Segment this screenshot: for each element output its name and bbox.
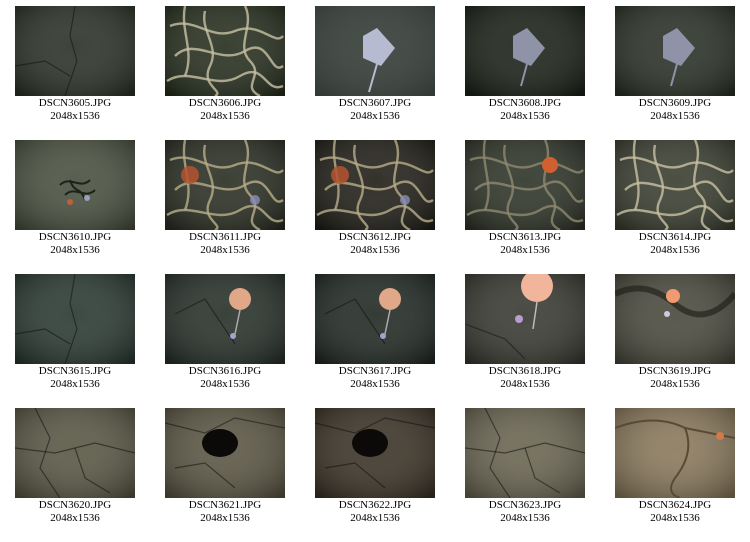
thumbnail-item[interactable]: DSCN3624.JPG 2048x1536 xyxy=(600,408,750,525)
thumbnail-filename[interactable]: DSCN3615.JPG xyxy=(0,365,150,378)
thumbnail-item[interactable]: DSCN3612.JPG 2048x1536 xyxy=(300,140,450,257)
thumbnail-filename[interactable]: DSCN3622.JPG xyxy=(300,499,450,512)
thumbnail-dimensions: 2048x1536 xyxy=(500,244,550,256)
thumbnail-dimensions: 2048x1536 xyxy=(200,512,250,524)
thumbnail-image[interactable] xyxy=(165,140,285,230)
thumbnail-filename[interactable]: DSCN3624.JPG xyxy=(600,499,750,512)
thumbnail-dimensions: 2048x1536 xyxy=(350,110,400,122)
thumbnail-item[interactable]: DSCN3614.JPG 2048x1536 xyxy=(600,140,750,257)
thumbnail-filename[interactable]: DSCN3616.JPG xyxy=(150,365,300,378)
thumbnail-dimensions: 2048x1536 xyxy=(350,378,400,390)
thumbnail-image[interactable] xyxy=(615,408,735,498)
thumbnail-image[interactable] xyxy=(165,408,285,498)
thumbnail-item[interactable]: DSCN3608.JPG 2048x1536 xyxy=(450,6,600,123)
thumbnail-item[interactable]: DSCN3623.JPG 2048x1536 xyxy=(450,408,600,525)
thumbnail-item[interactable]: DSCN3610.JPG 2048x1536 xyxy=(0,140,150,257)
thumbnail-item[interactable]: DSCN3622.JPG 2048x1536 xyxy=(300,408,450,525)
thumbnail-dimensions: 2048x1536 xyxy=(650,244,700,256)
thumbnail-item[interactable]: DSCN3619.JPG 2048x1536 xyxy=(600,274,750,391)
thumbnail-item[interactable]: DSCN3611.JPG 2048x1536 xyxy=(150,140,300,257)
thumbnail-filename[interactable]: DSCN3621.JPG xyxy=(150,499,300,512)
thumbnail-item[interactable]: DSCN3616.JPG 2048x1536 xyxy=(150,274,300,391)
thumbnail-filename[interactable]: DSCN3623.JPG xyxy=(450,499,600,512)
thumbnail-dimensions: 2048x1536 xyxy=(50,512,100,524)
thumbnail-image[interactable] xyxy=(615,6,735,96)
thumbnail-filename[interactable]: DSCN3614.JPG xyxy=(600,231,750,244)
thumbnail-dimensions: 2048x1536 xyxy=(350,244,400,256)
thumbnail-image[interactable] xyxy=(165,274,285,364)
thumbnail-dimensions: 2048x1536 xyxy=(350,512,400,524)
thumbnail-image[interactable] xyxy=(15,140,135,230)
thumbnail-image[interactable] xyxy=(315,6,435,96)
thumbnail-dimensions: 2048x1536 xyxy=(50,110,100,122)
thumbnail-item[interactable]: DSCN3605.JPG 2048x1536 xyxy=(0,6,150,123)
thumbnail-filename[interactable]: DSCN3618.JPG xyxy=(450,365,600,378)
thumbnail-image[interactable] xyxy=(615,274,735,364)
thumbnail-filename[interactable]: DSCN3613.JPG xyxy=(450,231,600,244)
thumbnail-item[interactable]: DSCN3607.JPG 2048x1536 xyxy=(300,6,450,123)
thumbnail-filename[interactable]: DSCN3606.JPG xyxy=(150,97,300,110)
thumbnail-image[interactable] xyxy=(315,274,435,364)
thumbnail-dimensions: 2048x1536 xyxy=(200,110,250,122)
thumbnail-image[interactable] xyxy=(315,408,435,498)
thumbnail-dimensions: 2048x1536 xyxy=(50,378,100,390)
thumbnail-image[interactable] xyxy=(465,6,585,96)
thumbnail-filename[interactable]: DSCN3610.JPG xyxy=(0,231,150,244)
thumbnail-image[interactable] xyxy=(15,6,135,96)
thumbnail-image[interactable] xyxy=(465,140,585,230)
thumbnail-dimensions: 2048x1536 xyxy=(650,378,700,390)
thumbnail-filename[interactable]: DSCN3617.JPG xyxy=(300,365,450,378)
thumbnail-filename[interactable]: DSCN3608.JPG xyxy=(450,97,600,110)
thumbnail-item[interactable]: DSCN3606.JPG 2048x1536 xyxy=(150,6,300,123)
thumbnail-filename[interactable]: DSCN3619.JPG xyxy=(600,365,750,378)
thumbnail-dimensions: 2048x1536 xyxy=(650,110,700,122)
thumbnail-item[interactable]: DSCN3618.JPG 2048x1536 xyxy=(450,274,600,391)
thumbnail-dimensions: 2048x1536 xyxy=(200,378,250,390)
thumbnail-filename[interactable]: DSCN3620.JPG xyxy=(0,499,150,512)
thumbnail-image[interactable] xyxy=(615,140,735,230)
thumbnail-dimensions: 2048x1536 xyxy=(50,244,100,256)
thumbnail-image[interactable] xyxy=(465,408,585,498)
thumbnail-filename[interactable]: DSCN3607.JPG xyxy=(300,97,450,110)
thumbnail-image[interactable] xyxy=(165,6,285,96)
thumbnail-item[interactable]: DSCN3609.JPG 2048x1536 xyxy=(600,6,750,123)
thumbnail-item[interactable]: DSCN3613.JPG 2048x1536 xyxy=(450,140,600,257)
thumbnail-dimensions: 2048x1536 xyxy=(500,512,550,524)
thumbnail-dimensions: 2048x1536 xyxy=(650,512,700,524)
thumbnail-filename[interactable]: DSCN3609.JPG xyxy=(600,97,750,110)
thumbnail-filename[interactable]: DSCN3611.JPG xyxy=(150,231,300,244)
thumbnail-image[interactable] xyxy=(15,274,135,364)
thumbnail-image[interactable] xyxy=(315,140,435,230)
thumbnail-item[interactable]: DSCN3620.JPG 2048x1536 xyxy=(0,408,150,525)
thumbnail-dimensions: 2048x1536 xyxy=(500,110,550,122)
thumbnail-gallery: DSCN3605.JPG 2048x1536 DSCN3606.JPG 2048x15… xyxy=(0,0,750,542)
thumbnail-item[interactable]: DSCN3621.JPG 2048x1536 xyxy=(150,408,300,525)
thumbnail-filename[interactable]: DSCN3605.JPG xyxy=(0,97,150,110)
thumbnail-dimensions: 2048x1536 xyxy=(200,244,250,256)
thumbnail-image[interactable] xyxy=(15,408,135,498)
thumbnail-dimensions: 2048x1536 xyxy=(500,378,550,390)
thumbnail-item[interactable]: DSCN3615.JPG 2048x1536 xyxy=(0,274,150,391)
thumbnail-item[interactable]: DSCN3617.JPG 2048x1536 xyxy=(300,274,450,391)
thumbnail-image[interactable] xyxy=(465,274,585,364)
thumbnail-filename[interactable]: DSCN3612.JPG xyxy=(300,231,450,244)
